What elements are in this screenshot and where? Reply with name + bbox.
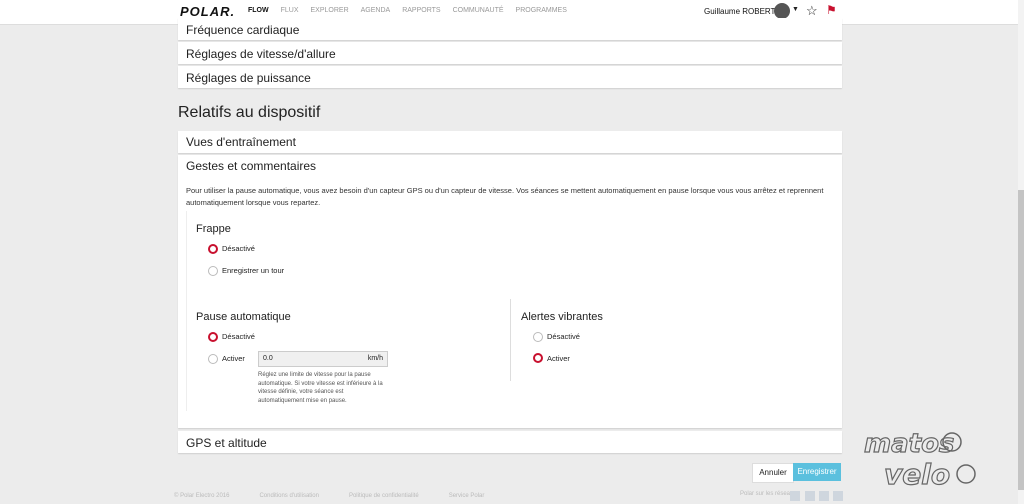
accordion-title: Vues d'entraînement: [186, 135, 296, 149]
accordion-power-settings[interactable]: Réglages de puissance: [178, 66, 842, 88]
pause-off-radio[interactable]: [208, 332, 218, 342]
instagram-icon[interactable]: [819, 491, 829, 501]
polar-logo[interactable]: POLAR.: [180, 4, 235, 19]
footer-privacy-link[interactable]: Politique de confidentialité: [349, 493, 419, 499]
frappe-off-label[interactable]: Désactivé: [222, 244, 255, 253]
footer-copyright: © Polar Electro 2016: [174, 493, 230, 499]
accordion-title: Fréquence cardiaque: [186, 23, 300, 37]
divider: [186, 211, 187, 411]
scrollbar[interactable]: [1018, 0, 1024, 504]
frappe-lap-radio[interactable]: [208, 266, 218, 276]
facebook-icon[interactable]: [790, 491, 800, 501]
accordion-title: Réglages de puissance: [186, 71, 311, 85]
accordion-heart-rate[interactable]: Fréquence cardiaque: [178, 18, 842, 40]
nav-explorer[interactable]: EXPLORER: [311, 7, 349, 14]
cancel-button[interactable]: Annuler: [752, 463, 794, 483]
social-label: Polar sur les réseaux: [740, 491, 797, 497]
nav-agenda[interactable]: AGENDA: [361, 7, 391, 14]
speed-unit: km/h: [367, 355, 383, 362]
youtube-icon[interactable]: [833, 491, 843, 501]
nav-rapports[interactable]: RAPPORTS: [402, 7, 440, 14]
vibrate-title: Alertes vibrantes: [521, 311, 603, 323]
svg-text:matos: matos: [864, 429, 954, 459]
footer: © Polar Electro 2016 Conditions d'utilis…: [174, 493, 514, 499]
vibrate-off-radio[interactable]: [533, 332, 543, 342]
accordion-title: GPS et altitude: [186, 436, 267, 450]
vibrate-on-radio[interactable]: [533, 353, 543, 363]
accordion-training-views[interactable]: Vues d'entraînement: [178, 131, 842, 153]
column-divider: [510, 299, 511, 381]
main-nav: FLOW FLUX EXPLORER AGENDA RAPPORTS COMMU…: [248, 7, 579, 14]
vibrate-off-label[interactable]: Désactivé: [547, 332, 580, 341]
svg-text:velo: velo: [884, 458, 950, 490]
user-name[interactable]: Guillaume ROBERT: [704, 7, 775, 16]
save-button[interactable]: Enregistrer: [793, 463, 841, 481]
pause-on-label[interactable]: Activer: [222, 354, 245, 363]
pause-title: Pause automatique: [196, 311, 291, 323]
accordion-title[interactable]: Gestes et commentaires: [186, 159, 316, 173]
accordion-title: Réglages de vitesse/d'allure: [186, 47, 336, 61]
accordion-gestures: Gestes et commentaires Pour utiliser la …: [178, 155, 842, 428]
description: Pour utiliser la pause automatique, vous…: [186, 186, 824, 207]
scrollbar-thumb[interactable]: [1018, 190, 1024, 490]
nav-flow[interactable]: FLOW: [248, 7, 269, 14]
pause-on-radio[interactable]: [208, 354, 218, 364]
chevron-down-icon[interactable]: ▼: [792, 6, 799, 13]
star-icon[interactable]: ☆: [806, 3, 818, 19]
pause-off-label[interactable]: Désactivé: [222, 332, 255, 341]
speed-input[interactable]: 0.0 km/h: [258, 351, 388, 367]
avatar[interactable]: [774, 3, 790, 19]
nav-flux[interactable]: FLUX: [281, 7, 299, 14]
frappe-lap-label[interactable]: Enregistrer un tour: [222, 266, 284, 275]
speed-hint: Réglez une limite de vitesse pour la pau…: [258, 372, 383, 404]
section-title: Relatifs au dispositif: [178, 104, 321, 121]
frappe-off-radio[interactable]: [208, 244, 218, 254]
flag-icon[interactable]: ⚑: [826, 3, 837, 17]
vibrate-on-label[interactable]: Activer: [547, 354, 570, 363]
accordion-speed-settings[interactable]: Réglages de vitesse/d'allure: [178, 42, 842, 64]
footer-terms-link[interactable]: Conditions d'utilisation: [259, 493, 319, 499]
accordion-gps-altitude[interactable]: GPS et altitude: [178, 431, 842, 453]
watermark-logo: matos velo: [863, 428, 976, 490]
frappe-title: Frappe: [196, 223, 231, 235]
nav-programmes[interactable]: PROGRAMMES: [516, 7, 567, 14]
twitter-icon[interactable]: [805, 491, 815, 501]
footer-service-link[interactable]: Service Polar: [449, 493, 485, 499]
speed-value[interactable]: 0.0: [263, 355, 273, 362]
nav-communaute[interactable]: COMMUNAUTÉ: [453, 7, 504, 14]
